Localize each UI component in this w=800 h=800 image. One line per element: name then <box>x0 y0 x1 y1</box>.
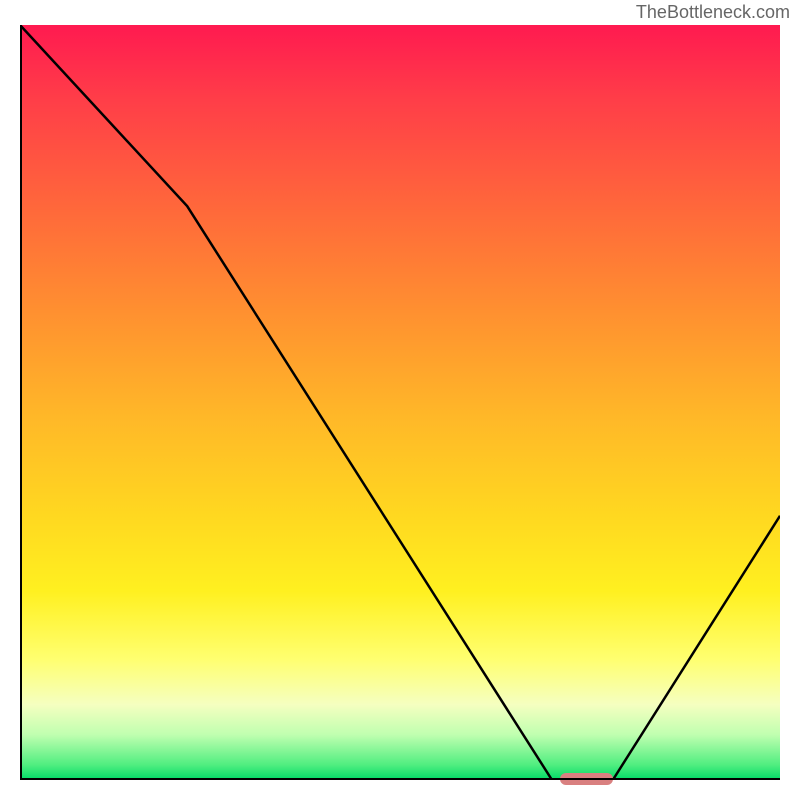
bottleneck-curve-svg <box>20 25 780 780</box>
chart-area <box>20 25 780 780</box>
y-axis <box>20 25 22 780</box>
curve-path <box>20 25 780 780</box>
watermark-text: TheBottleneck.com <box>636 2 790 23</box>
x-axis <box>20 778 780 780</box>
